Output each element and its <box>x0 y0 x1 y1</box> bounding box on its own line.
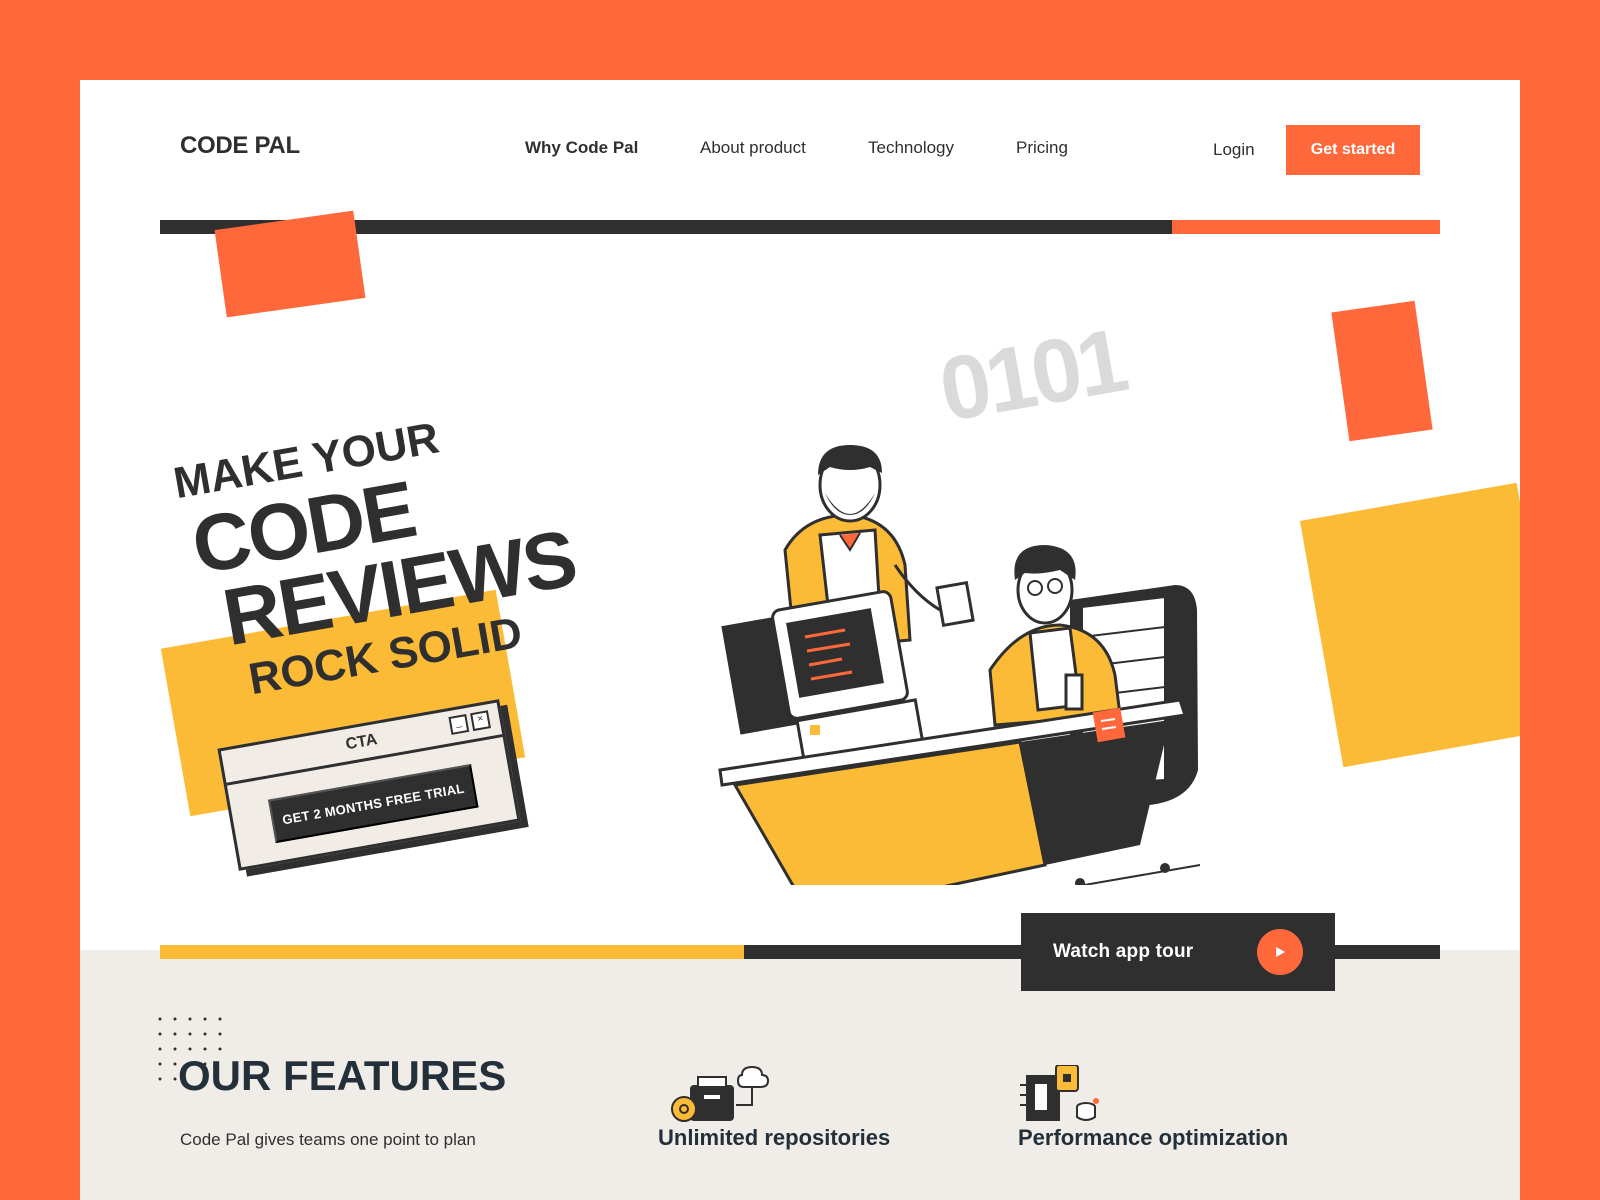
close-icon[interactable]: × <box>470 710 491 732</box>
deco-orange-square-top <box>214 210 366 318</box>
developers-illustration <box>718 445 1201 885</box>
hero-title: MAKE YOUR CODE REVIEWS ROCK SOLID <box>170 394 590 712</box>
section-rule-yellow <box>160 945 744 959</box>
nav-about-product[interactable]: About product <box>700 138 806 158</box>
free-trial-button[interactable]: GET 2 MONTHS FREE TRIAL <box>268 763 479 844</box>
features-title: OUR FEATURES <box>178 1052 507 1099</box>
feature-performance-optimization: Performance optimization <box>1018 1125 1289 1150</box>
performance-icon <box>1020 1065 1099 1121</box>
repository-icon <box>671 1065 770 1122</box>
nav-technology[interactable]: Technology <box>868 138 954 158</box>
get-started-button[interactable]: Get started <box>1286 125 1420 175</box>
login-link[interactable]: Login <box>1213 140 1255 160</box>
nav-why-code-pal[interactable]: Why Code Pal <box>525 138 638 158</box>
features-description: Code Pal gives teams one point to plan <box>180 1130 476 1149</box>
nav-pricing[interactable]: Pricing <box>1016 138 1068 158</box>
deco-yellow-block-right <box>1299 482 1520 768</box>
feature-unlimited-repositories: Unlimited repositories <box>658 1125 891 1150</box>
watch-app-tour-label: Watch app tour <box>1053 941 1194 962</box>
watch-app-tour-button[interactable]: Watch app tour <box>1021 913 1335 991</box>
play-icon[interactable] <box>1257 929 1303 975</box>
header-rule-accent <box>1172 220 1440 234</box>
minimize-icon[interactable]: _ <box>448 714 470 735</box>
landing-page: CODE PAL Why Code Pal About product Tech… <box>80 80 1520 1200</box>
deco-orange-rect-right <box>1331 300 1433 442</box>
logo[interactable]: CODE PAL <box>180 132 300 160</box>
